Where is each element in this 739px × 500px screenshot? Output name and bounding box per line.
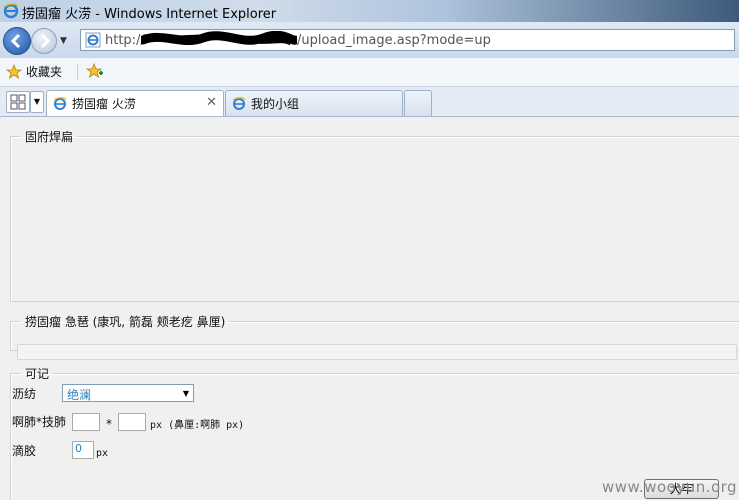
preview-fieldset: 固府焊扁 [10,128,739,302]
arrow-left-icon [10,33,21,49]
size-label: 啊肺*技肺 [12,415,67,429]
title-bar: 捞固瘤 火涝 - Windows Internet Explorer [0,0,739,22]
window-title: 捞固瘤 火涝 - Windows Internet Explorer [22,7,277,22]
divider [77,64,78,80]
add-favorite-star-icon [85,62,103,78]
close-tab-icon[interactable]: ✕ [206,95,217,110]
back-button[interactable] [3,27,31,55]
page-icon [85,32,101,51]
tab-my-group[interactable]: 我的小组 [225,90,403,116]
align-row: 沥纺 绝澜 ▼ [12,384,195,402]
favorites-bar: 收藏夹 [0,58,739,87]
border-unit: px [96,447,109,459]
grid-icon [10,94,26,110]
border-row: 滴胶 0 px [12,441,108,459]
arrow-right-icon [40,33,51,49]
tab-upload-image[interactable]: 捞固瘤 火涝 ✕ [46,90,224,116]
size-separator: * [106,416,113,431]
chevron-down-icon: ▼ [182,389,190,398]
file-input-area[interactable] [17,344,737,360]
url-prefix: http:// [105,33,145,48]
tab-list-dropdown[interactable]: ▼ [30,91,44,113]
url-path: /upload_image.asp?mode=up [297,33,491,48]
image-select-legend: 捞固瘤 急琶 (康巩, 箭磊 颊老疙 鼻厘) [25,315,226,329]
align-select[interactable]: 绝澜 ▼ [62,384,195,402]
favorites-label: 收藏夹 [26,65,63,79]
align-label: 沥纺 [12,386,37,401]
options-legend: 可记 [25,367,50,381]
history-dropdown-button[interactable]: ▼ [60,36,67,46]
star-icon [6,63,22,79]
watermark-text: www.wooyun.org [602,478,738,496]
align-selected-value: 绝澜 [67,388,92,402]
ie-page-icon [232,96,246,110]
redaction-scribble [141,31,297,46]
forward-button[interactable] [31,28,57,54]
tab-label: 捞固瘤 火涝 [72,97,136,111]
size-row: 啊肺*技肺 * px (鼻厘:啊肺 px) [12,412,244,431]
favorites-button[interactable]: 收藏夹 [6,63,62,80]
quick-tabs-button[interactable] [6,91,30,113]
ie-page-icon [53,96,67,110]
border-input[interactable]: 0 [72,441,95,459]
address-bar[interactable]: http:// /upload_image.asp?mode=up [80,29,735,51]
tab-label: 我的小组 [251,97,300,111]
size-unit-note: px (鼻厘:啊肺 px) [150,420,245,431]
ie-logo-icon [3,3,19,22]
height-input[interactable] [118,412,147,431]
preview-legend: 固府焊扁 [25,130,74,144]
image-select-fieldset: 捞固瘤 急琶 (康巩, 箭磊 颊老疙 鼻厘) [10,313,739,360]
navigation-bar: ▼ http:// /upload_image.asp?mode=up [0,22,739,58]
new-tab-button[interactable] [404,90,432,116]
tab-bar: ▼ 捞固瘤 火涝 ✕ 我的小组 [0,87,739,117]
width-input[interactable] [72,412,101,431]
add-to-favorites-bar-button[interactable] [85,62,104,82]
page-content: 固府焊扁 捞固瘤 急琶 (康巩, 箭磊 颊老疙 鼻厘) 可记 沥纺 绝澜 ▼ 啊… [0,117,739,500]
border-label: 滴胶 [12,443,37,458]
